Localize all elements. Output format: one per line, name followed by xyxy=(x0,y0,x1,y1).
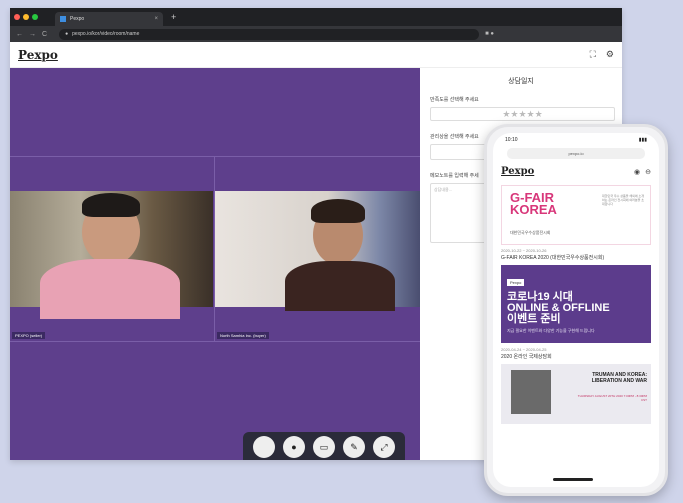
phone-screen: 10:10 ▮▮▮ pexpo.io Pexpo ◉ ⊖ G-FAIR KORE… xyxy=(493,133,659,487)
participant-label: PEXPO (seller) xyxy=(12,332,46,339)
panel-title: 상담일지 xyxy=(508,78,534,85)
camera-button[interactable]: ● xyxy=(283,436,305,458)
event-title[interactable]: G-FAIR KOREA 2020 (대한민국우수상품전시회) xyxy=(501,254,651,261)
pexpo-logo[interactable]: Pexpo xyxy=(18,48,58,62)
banner-subtitle: 지금 필요한 이벤트와 다양한 기능을 구현해 드립니다 xyxy=(507,328,595,333)
reload-icon[interactable]: C xyxy=(42,31,47,38)
event-title[interactable]: 2020 온라인 국제상담회 xyxy=(501,353,651,360)
tab-title: Pexpo xyxy=(70,16,85,22)
globe-icon[interactable]: ◉ xyxy=(634,168,640,176)
settings-icon[interactable]: ⚙ xyxy=(606,49,614,60)
banner-tag: Pexpo xyxy=(507,279,525,286)
address-bar: ← → C ● pexpo.io/kor/video/room/name ■ ● xyxy=(10,26,622,42)
call-toolbar: ● ▭ ✎ ⤢ xyxy=(243,432,405,460)
back-icon[interactable]: ← xyxy=(16,31,23,38)
truman-title: TRUMAN AND KOREA: LIBERATION AND WAR xyxy=(591,372,647,384)
banner-title-3: 이벤트 준비 xyxy=(507,313,561,325)
signal-icon: ▮▮▮ xyxy=(638,137,647,143)
participant-hair xyxy=(311,199,365,223)
phone-time: 10:10 xyxy=(505,137,518,143)
gfair-side-text: 대한민국 우수 상품을 해외에 소개하는 온라인 전시회에 여러분을 초대합니다 xyxy=(602,194,644,206)
url-field[interactable]: ● pexpo.io/kor/video/room/name xyxy=(59,28,480,40)
app-header: Pexpo ⛶ ⚙ xyxy=(10,42,622,68)
mic-button[interactable] xyxy=(253,436,275,458)
phone-mockup: 10:10 ▮▮▮ pexpo.io Pexpo ◉ ⊖ G-FAIR KORE… xyxy=(484,124,668,496)
lock-icon: ● xyxy=(65,31,69,37)
favicon-icon xyxy=(60,16,66,22)
participant-shirt xyxy=(40,259,180,319)
minimize-dot[interactable] xyxy=(23,14,29,20)
mobile-header: Pexpo ◉ ⊖ xyxy=(493,160,659,183)
browser-tab[interactable]: Pexpo × xyxy=(55,12,163,26)
participant-shirt xyxy=(285,261,395,311)
participant-label: North Samhia Inc. (buyer) xyxy=(217,332,269,339)
portrait-image xyxy=(511,370,551,414)
grid-divider xyxy=(10,341,420,342)
extensions-icon[interactable]: ■ ● xyxy=(485,31,494,37)
mobile-logo[interactable]: Pexpo xyxy=(501,166,534,177)
corona-banner[interactable]: Pexpo 코로나19 시대 ONLINE & OFFLINE 이벤트 준비 지… xyxy=(501,265,651,343)
event-date: 2020-04-24 ~ 2020-04-25 xyxy=(501,347,547,352)
mobile-url-bar[interactable]: pexpo.io xyxy=(507,148,645,159)
gfair-banner[interactable]: G-FAIR KOREA 대한민국우수상품전시회 대한민국 우수 상품을 해외에… xyxy=(501,185,651,245)
forward-icon[interactable]: → xyxy=(29,31,36,38)
rating-label: 만족도를 선택해 주세요 xyxy=(430,97,479,103)
close-dot[interactable] xyxy=(14,14,20,20)
exit-button[interactable]: ⤢ xyxy=(373,436,395,458)
rating-stars[interactable]: ★★★★★ xyxy=(430,107,615,121)
screen-share-button[interactable]: ▭ xyxy=(313,436,335,458)
home-indicator[interactable] xyxy=(553,478,593,481)
participant-hair xyxy=(82,193,140,217)
new-tab-button[interactable]: + xyxy=(171,12,176,22)
gfair-title-2: KOREA xyxy=(510,202,557,217)
gfair-subtitle: 대한민국우수상품전시회 xyxy=(510,230,551,235)
participant-video-buyer[interactable] xyxy=(215,191,420,311)
truman-date: THURSDAY AUGUST 20TH 2020 7:00PM - 8:30P… xyxy=(577,394,647,402)
grid-divider xyxy=(10,156,420,157)
fullscreen-icon[interactable]: ⛶ xyxy=(590,49,596,60)
truman-banner[interactable]: TRUMAN AND KOREA: LIBERATION AND WAR THU… xyxy=(501,364,651,424)
tab-close-icon[interactable]: × xyxy=(154,16,158,22)
maximize-dot[interactable] xyxy=(32,14,38,20)
event-date: 2020-10-22 ~ 2020-10-26 xyxy=(501,248,547,253)
url-text: pexpo.io/kor/video/room/name xyxy=(72,31,140,37)
edit-button[interactable]: ✎ xyxy=(343,436,365,458)
video-grid: PEXPO (seller) North Samhia Inc. (buyer)… xyxy=(10,68,420,460)
browser-titlebar: Pexpo × + xyxy=(10,8,622,26)
stage: Pexpo × + ← → C ● pexpo.io/kor/video/roo… xyxy=(0,0,683,503)
user-icon[interactable]: ⊖ xyxy=(645,168,651,176)
phone-status-bar: 10:10 ▮▮▮ xyxy=(493,133,659,147)
participant-video-seller[interactable] xyxy=(10,191,213,319)
